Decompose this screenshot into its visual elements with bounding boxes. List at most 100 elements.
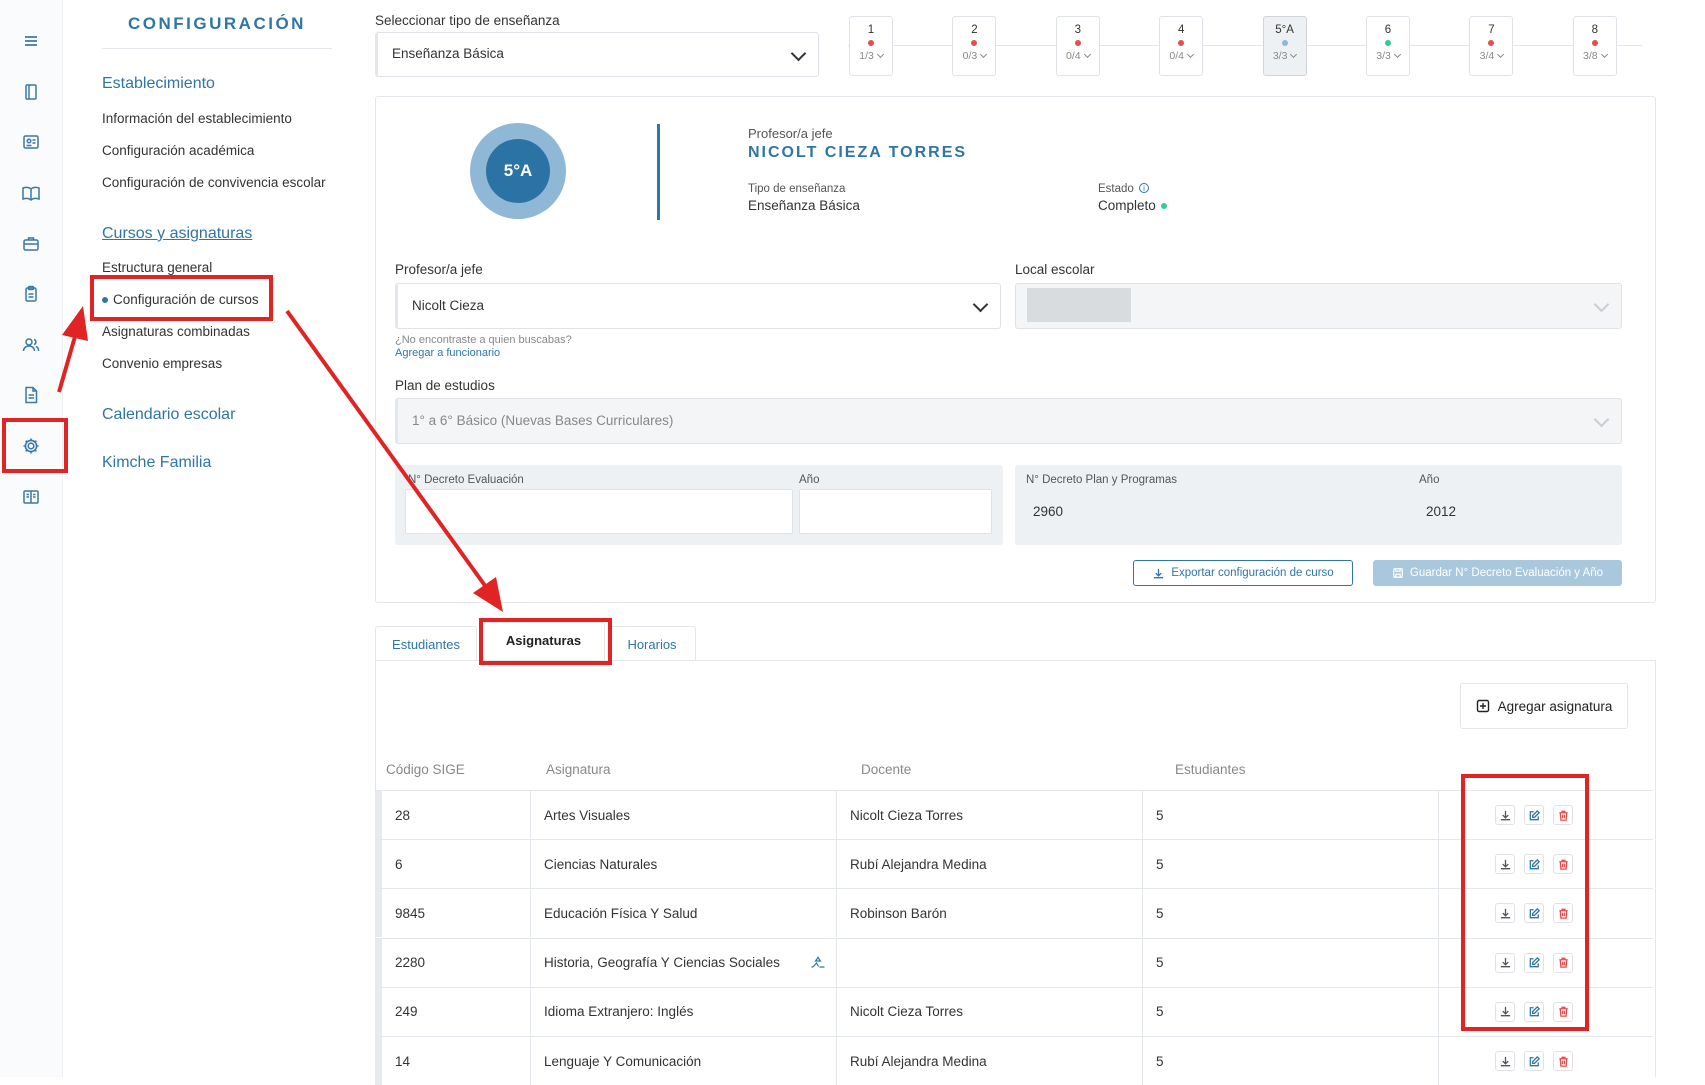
grade-count: 3/4: [1470, 50, 1512, 62]
chevron-down-icon: [1593, 411, 1610, 428]
highlight-tab-asignaturas: [479, 618, 612, 665]
teaching-type-select[interactable]: Enseñanza Básica: [375, 32, 819, 77]
status-label: Estado: [1098, 183, 1134, 195]
col-header-teacher: Docente: [861, 762, 912, 777]
open-book-icon[interactable]: [20, 182, 42, 204]
nav-estructura-general[interactable]: Estructura general: [102, 260, 212, 275]
info-icon[interactable]: i: [1139, 183, 1149, 193]
grade-4[interactable]: 5°A 3/3: [1262, 16, 1307, 76]
grade-7[interactable]: 8 3/8: [1572, 16, 1617, 76]
add-staff-link[interactable]: Agregar a funcionario: [395, 347, 500, 359]
id-card-icon[interactable]: [20, 131, 42, 153]
cell-code: 6: [395, 856, 403, 872]
chevron-down-icon: [1600, 50, 1608, 59]
decree-eval-year-input[interactable]: [799, 489, 992, 534]
section-calendario[interactable]: Calendario escolar: [102, 406, 235, 424]
edit-button[interactable]: [1524, 1051, 1544, 1071]
teaching-type-info-value: Enseñanza Básica: [748, 198, 860, 213]
row-accent: [375, 1037, 382, 1085]
download-icon: [1499, 1055, 1512, 1068]
save-decree-button[interactable]: Guardar N° Decreto Evaluación y Año: [1373, 560, 1622, 586]
save-icon: [1393, 568, 1403, 578]
clipboard-icon[interactable]: [20, 283, 42, 305]
grade-status-dot: [971, 40, 978, 46]
download-button[interactable]: [1495, 1051, 1515, 1071]
nav-convenio-empresas[interactable]: Convenio empresas: [102, 356, 222, 371]
document-icon[interactable]: [20, 384, 42, 406]
section-cursos-asignaturas[interactable]: Cursos y asignaturas: [102, 225, 252, 243]
trash-icon: [1557, 1055, 1570, 1068]
cell-students: 5: [1142, 938, 1438, 987]
nav-info-establecimiento[interactable]: Información del establecimiento: [102, 111, 292, 126]
row-accent: [375, 791, 382, 839]
row-accent: [375, 840, 382, 889]
cell-subject: Lenguaje Y Comunicación: [530, 1037, 836, 1085]
local-select[interactable]: [1015, 283, 1622, 329]
cell-students: 5: [1142, 791, 1438, 839]
grade-status-dot: [1074, 40, 1081, 46]
section-establecimiento[interactable]: Establecimiento: [102, 75, 215, 93]
redacted-value: [1027, 288, 1131, 322]
tab-estudiantes[interactable]: Estudiantes: [375, 626, 477, 661]
decree-plan-label: N° Decreto Plan y Programas: [1026, 474, 1177, 486]
teacher-select[interactable]: Nicolt Cieza: [395, 283, 1001, 329]
reader-icon[interactable]: [20, 486, 42, 508]
chevron-down-icon: [876, 50, 884, 59]
add-subject-button[interactable]: Agregar asignatura: [1460, 683, 1628, 729]
grade-3[interactable]: 4 0/4: [1159, 16, 1204, 76]
cell-subject: Artes Visuales: [530, 791, 836, 839]
download-icon: [1154, 568, 1164, 578]
grade-5[interactable]: 6 3/3: [1366, 16, 1410, 76]
cell-teacher: Nicolt Cieza Torres: [836, 791, 1142, 839]
decree-eval-year-label: Año: [799, 474, 820, 486]
delete-button[interactable]: [1553, 1051, 1573, 1071]
cell-students: 5: [1142, 840, 1438, 889]
section-kimche-familia[interactable]: Kimche Familia: [102, 454, 211, 472]
head-teacher-name: NICOLT CIEZA TORRES: [748, 144, 968, 161]
grade-status-dot: [868, 40, 874, 46]
cell-students: 5: [1142, 987, 1438, 1036]
book-icon[interactable]: [20, 81, 42, 103]
briefcase-icon[interactable]: [20, 233, 42, 255]
export-config-label: Exportar configuración de curso: [1171, 567, 1334, 579]
decree-plan-year-value: 2012: [1426, 504, 1457, 519]
grade-count: 3/8: [1574, 50, 1616, 62]
menu-icon[interactable]: [20, 30, 42, 52]
col-header-subject: Asignatura: [546, 762, 611, 777]
users-icon[interactable]: [20, 334, 42, 356]
highlight-gear: [2, 418, 68, 473]
export-config-button[interactable]: Exportar configuración de curso: [1133, 560, 1353, 586]
nav-config-academica[interactable]: Configuración académica: [102, 143, 254, 158]
decree-eval-input[interactable]: [405, 489, 793, 534]
grade-status-dot: [1178, 40, 1185, 46]
grade-2[interactable]: 3 0/4: [1055, 16, 1100, 76]
grade-1[interactable]: 2 0/3: [952, 16, 997, 76]
status-dot: [1161, 203, 1167, 209]
highlight-row-actions: [1461, 774, 1589, 1031]
nav-config-convivencia[interactable]: Configuración de convivencia escolar: [102, 175, 326, 190]
grade-label: 8: [1591, 24, 1598, 36]
cell-teacher: Nicolt Cieza Torres: [836, 987, 1142, 1036]
grade-count: 1/3: [850, 50, 892, 62]
chevron-down-icon: [1393, 50, 1401, 59]
col-header-code: Código SIGE: [386, 762, 465, 777]
cell-subject: Historia, Geografía Y Ciencias Sociales: [530, 938, 836, 987]
nav-asignaturas-combinadas[interactable]: Asignaturas combinadas: [102, 324, 250, 339]
row-accent: [375, 889, 382, 938]
chevron-down-icon: [790, 45, 807, 61]
cell-code: 9845: [395, 905, 426, 921]
cell-subject: Ciencias Naturales: [530, 840, 836, 889]
chevron-down-icon: [1593, 296, 1610, 313]
config-title: CONFIGURACIÓN: [128, 14, 306, 33]
combined-subject-icon[interactable]: [810, 955, 826, 971]
grade-0[interactable]: 1 1/3: [849, 16, 893, 76]
cell-actions: [1438, 1037, 1653, 1085]
highlight-config-cursos: [90, 275, 273, 321]
tab-horarios[interactable]: Horarios: [608, 626, 696, 661]
grade-6[interactable]: 7 3/4: [1469, 16, 1514, 76]
plan-select[interactable]: 1° a 6° Básico (Nuevas Bases Curriculare…: [395, 398, 1622, 444]
chevron-down-icon: [972, 296, 989, 313]
status-value: Completo: [1098, 198, 1156, 213]
divider: [102, 48, 332, 49]
grade-label: 2: [971, 24, 978, 36]
